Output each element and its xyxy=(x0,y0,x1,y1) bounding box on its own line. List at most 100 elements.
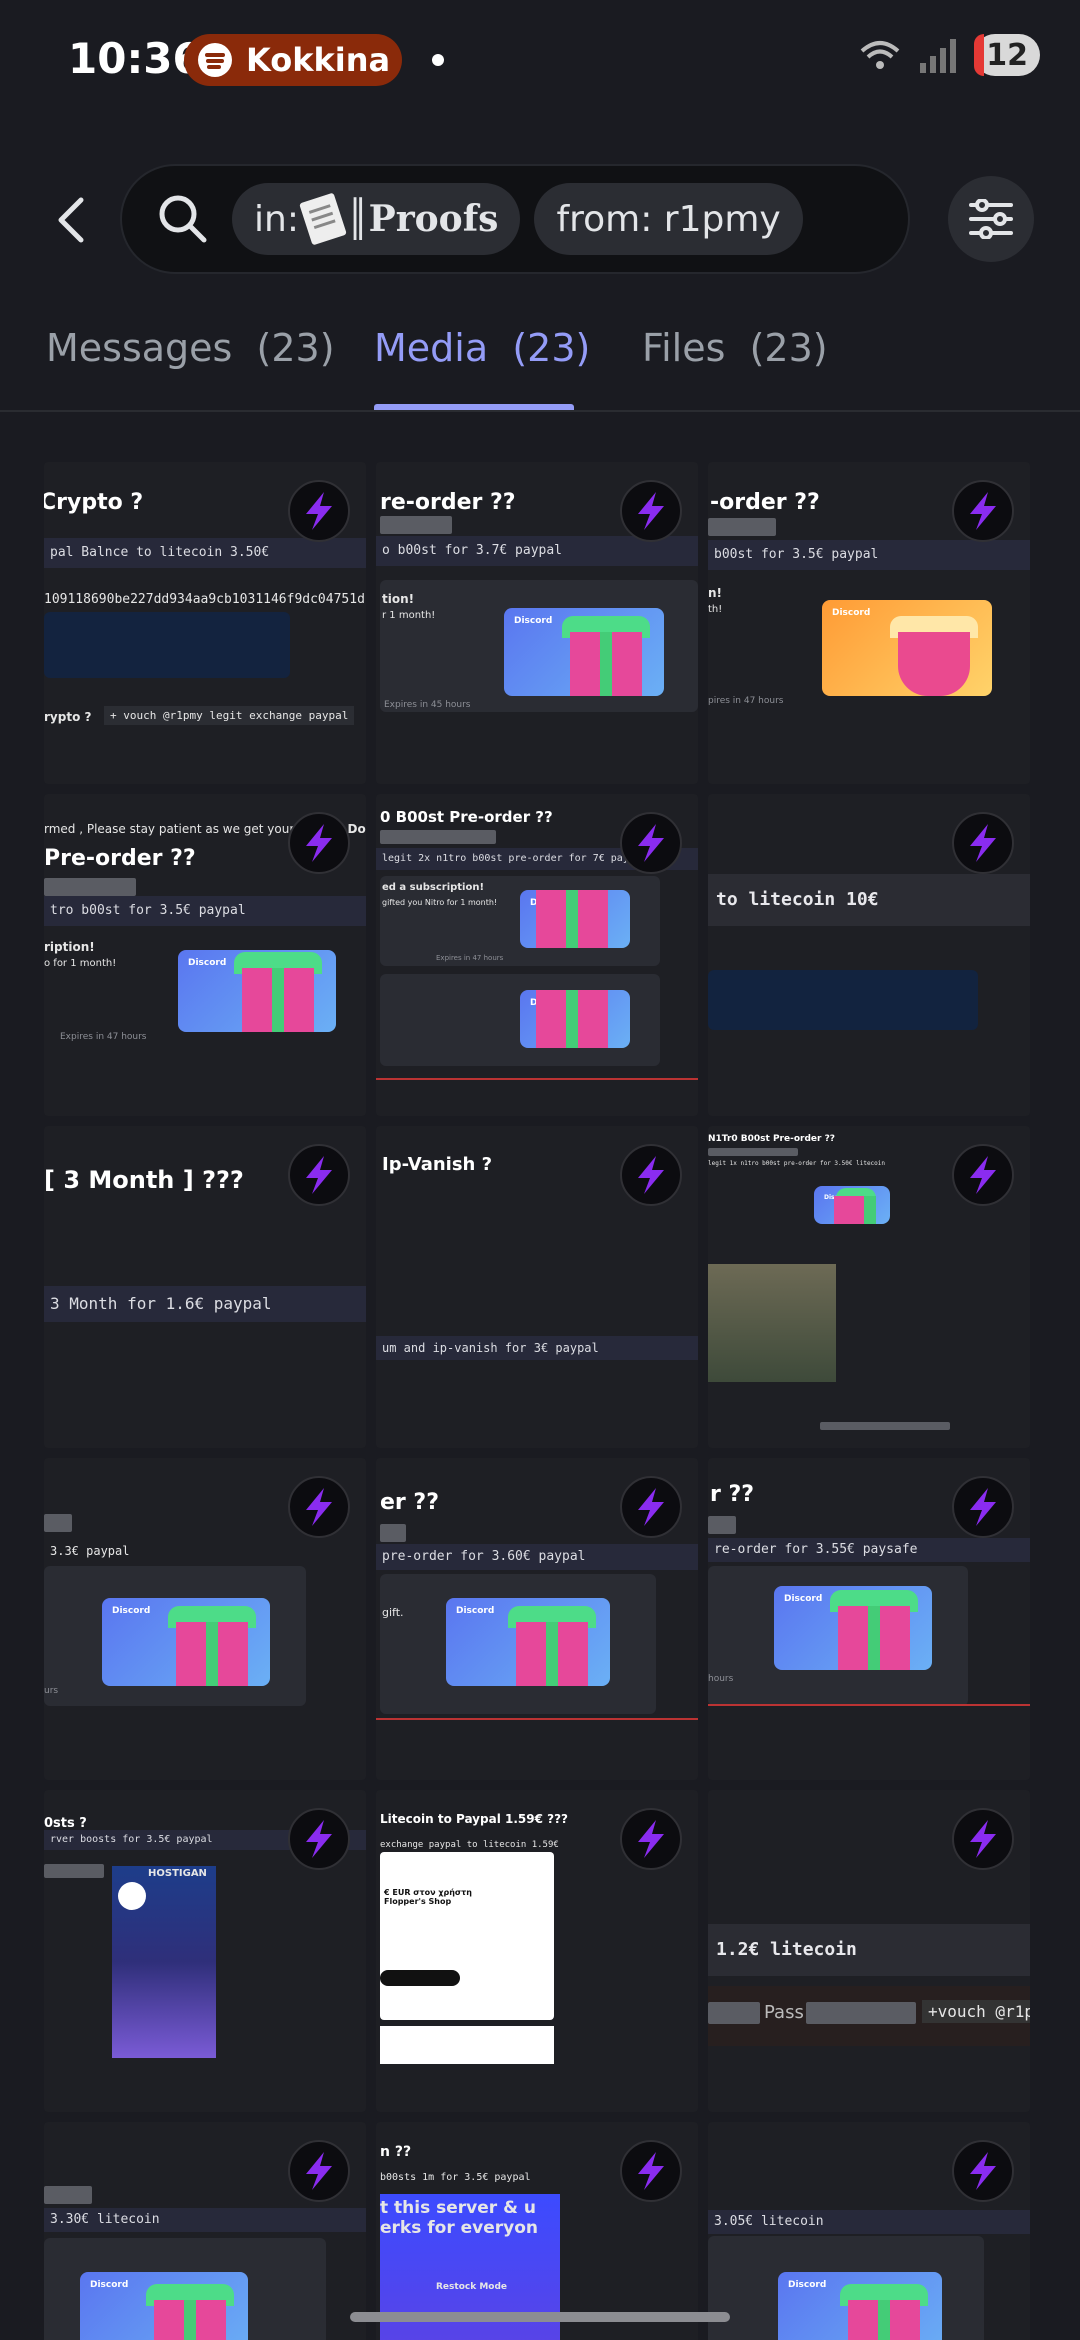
filter-chip-author[interactable]: from: r1pmy xyxy=(534,183,803,255)
media-thumbnail[interactable]: r ?? re-order for 3.55€ paysafe Discord … xyxy=(708,1458,1030,1780)
tab-messages[interactable]: Messages (23) xyxy=(46,326,335,370)
message-code: b00st for 3.5€ paypal xyxy=(708,540,1030,570)
lightning-logo-icon xyxy=(638,1820,664,1858)
wallet-screenshot xyxy=(708,970,978,1030)
tab-files[interactable]: Files (23) xyxy=(642,326,828,370)
message-code: exchange paypal to litecoin 1.59€ xyxy=(380,1840,559,1850)
back-button[interactable] xyxy=(40,184,100,256)
tab-label: Files xyxy=(642,326,726,370)
redacted-text xyxy=(708,2002,760,2024)
filter-settings-button[interactable] xyxy=(948,176,1034,262)
media-thumbnail[interactable]: 3.3€ paypal Discord urs xyxy=(44,1458,366,1780)
message-code: um and ip-vanish for 3€ paypal xyxy=(376,1336,698,1360)
avatar xyxy=(288,2140,350,2202)
avatar xyxy=(288,1144,350,1206)
message-code: tro b00st for 3.5€ paypal xyxy=(44,896,366,926)
media-thumbnail[interactable]: [ 3 Month ] ??? 3 Month for 1.6€ paypal xyxy=(44,1126,366,1448)
signal-icon xyxy=(920,39,957,73)
status-bar: 10:36 Kokkina M 12 xyxy=(0,0,1080,120)
message-title: r ?? xyxy=(710,1482,755,1507)
media-thumbnail[interactable]: Crypto ? pal Balnce to litecoin 3.50€ 10… xyxy=(44,462,366,784)
redacted-text xyxy=(708,1516,736,1534)
search-icon xyxy=(159,195,207,243)
media-thumbnail[interactable]: to litecoin 10€ xyxy=(708,794,1030,1116)
tab-media[interactable]: Media (23) xyxy=(374,326,590,370)
lightning-logo-icon xyxy=(970,492,996,530)
redacted-text xyxy=(708,1148,798,1156)
redacted-text xyxy=(380,830,496,844)
chip-in-prefix: in: xyxy=(254,198,299,240)
message-title: 0sts ? xyxy=(44,1816,87,1831)
lightning-logo-icon xyxy=(970,824,996,862)
message-code: 3.05€ litecoin xyxy=(708,2210,1030,2234)
lightning-logo-icon xyxy=(306,2152,332,2190)
gift-heading: gift. xyxy=(382,1606,404,1619)
media-thumbnail[interactable]: Litecoin to Paypal 1.59€ ??? exchange pa… xyxy=(376,1790,698,2112)
redacted-text xyxy=(44,1864,104,1878)
nitro-gift-image: Discord xyxy=(778,2272,942,2340)
lightning-logo-icon xyxy=(306,1488,332,1526)
redacted-text xyxy=(44,878,136,896)
vouch-chip: + vouch @r1pmy legit exchange paypal xyxy=(104,706,355,725)
media-thumbnail[interactable]: re-order ?? o b00st for 3.7€ paypal tion… xyxy=(376,462,698,784)
message-title: er ?? xyxy=(380,1490,439,1515)
media-thumbnail[interactable]: n ?? b00sts 1m for 3.5€ paypal t this se… xyxy=(376,2122,698,2340)
message-tail: rypto ? xyxy=(44,710,92,724)
divider xyxy=(708,1704,1030,1706)
nitro-gift-image: Discord xyxy=(774,1586,932,1670)
expiry-text: Expires in 47 hours xyxy=(436,954,504,962)
media-thumbnail[interactable]: 0 B00st Pre-order ?? legit 2x n1tro b00s… xyxy=(376,794,698,1116)
transaction-hash: 109118690be227dd934aa9cb1031146f9dc04751… xyxy=(44,592,365,607)
avatar xyxy=(288,480,350,542)
expiry-text: hours xyxy=(708,1674,734,1684)
spotify-icon xyxy=(198,43,232,77)
pass-label: Pass: xyxy=(764,2002,810,2023)
redacted-text xyxy=(380,1524,406,1542)
message-title: Crypto ? xyxy=(44,490,144,515)
nitro-gift-image: Discord xyxy=(520,990,630,1048)
avatar xyxy=(952,1144,1014,1206)
now-playing-title: Kokkina M xyxy=(246,41,402,79)
server-brand: HOSTIGAN xyxy=(148,1868,207,1879)
avatar xyxy=(288,1808,350,1870)
chip-channel-name: ║Proofs xyxy=(346,198,499,240)
media-thumbnail[interactable]: N1Tr0 B00st Pre-order ?? legit 1x n1tro … xyxy=(708,1126,1030,1448)
message-code: 3.3€ paypal xyxy=(50,1544,130,1558)
nitro-gift-image: Discord xyxy=(80,2272,248,2340)
tab-count: (23) xyxy=(512,326,591,370)
now-playing-pill[interactable]: Kokkina M xyxy=(184,34,402,86)
media-thumbnail[interactable]: er ?? pre-order for 3.60€ paypal gift. D… xyxy=(376,1458,698,1780)
redacted-text xyxy=(380,516,452,534)
media-thumbnail[interactable]: 1.2€ litecoin Pass: +vouch @r1p xyxy=(708,1790,1030,2112)
battery-icon: 12 xyxy=(974,34,1040,76)
nitro-gift-image: Discord xyxy=(814,1186,890,1224)
battery-level: 12 xyxy=(986,37,1028,73)
nitro-gift-image: Discord xyxy=(504,608,664,696)
search-bar[interactable]: in: ║Proofs from: r1pmy xyxy=(120,164,910,274)
media-grid: Crypto ? pal Balnce to litecoin 3.50€ 10… xyxy=(44,462,1030,2340)
filter-chip-channel[interactable]: in: ║Proofs xyxy=(232,183,521,255)
nitro-gift-image: Discord xyxy=(446,1598,610,1686)
gift-heading: ription! xyxy=(44,940,95,954)
message-code: pre-order for 3.60€ paypal xyxy=(376,1544,698,1570)
avatar xyxy=(620,480,682,542)
vouch-chip: +vouch @r1p xyxy=(922,2000,1030,2023)
media-thumbnail[interactable]: -order ?? b00st for 3.5€ paypal n! th! D… xyxy=(708,462,1030,784)
nitro-gift-image: Discord xyxy=(178,950,336,1032)
lightning-logo-icon xyxy=(306,492,332,530)
media-thumbnail[interactable]: 3.05€ litecoin Discord xyxy=(708,2122,1030,2340)
chevron-left-icon xyxy=(58,197,84,243)
media-thumbnail[interactable]: Ip-Vanish ? um and ip-vanish for 3€ payp… xyxy=(376,1126,698,1448)
server-promo: t this server & u erks for everyon xyxy=(380,2198,539,2238)
media-thumbnail[interactable]: rmed , Please stay patient as we get you… xyxy=(44,794,366,1116)
avatar xyxy=(620,1808,682,1870)
nitro-gift-image: Discord xyxy=(822,600,992,696)
message-code: 1.2€ litecoin xyxy=(708,1924,1030,1976)
message-title: Pre-order ?? xyxy=(44,846,196,871)
media-thumbnail[interactable]: 3.30€ litecoin Discord xyxy=(44,2122,366,2340)
lightning-logo-icon xyxy=(638,1488,664,1526)
home-indicator[interactable] xyxy=(350,2312,730,2322)
message-title: N1Tr0 B00st Pre-order ?? xyxy=(708,1134,836,1144)
nitro-gift-image: Discord xyxy=(102,1598,270,1686)
media-thumbnail[interactable]: 0sts ? rver boosts for 3.5€ paypal HOSTI… xyxy=(44,1790,366,2112)
